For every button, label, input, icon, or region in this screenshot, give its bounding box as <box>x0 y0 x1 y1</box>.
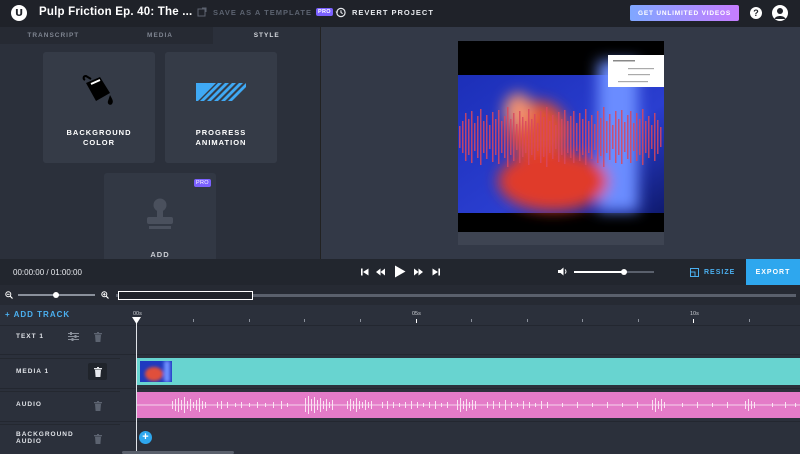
paint-bucket-icon <box>82 75 113 105</box>
tab-media[interactable]: MEDIA <box>107 27 214 44</box>
volume-fill <box>574 271 624 273</box>
play-icon[interactable] <box>394 265 406 278</box>
track-background-audio: BACKGROUND AUDIO <box>0 424 120 454</box>
volume-slider[interactable] <box>574 269 654 275</box>
playhead[interactable] <box>136 318 137 454</box>
timeline-ruler[interactable]: 00s 05s 10s <box>121 305 800 325</box>
resize-icon <box>690 268 699 277</box>
timeline: + ADD TRACK 00s 05s 10s TEXT 1 MEDIA 1 A… <box>0 305 800 454</box>
track-name: AUDIO <box>16 401 42 408</box>
progress-animation-label-2: ANIMATION <box>195 138 247 147</box>
skip-to-start-icon[interactable] <box>361 268 369 276</box>
preview-area <box>320 27 800 259</box>
pro-badge: PRO <box>194 179 211 187</box>
settings-sliders-icon[interactable] <box>68 332 79 341</box>
panel-tabs: TRANSCRIPT MEDIA STYLE <box>0 27 320 44</box>
stamp-icon <box>147 198 173 229</box>
progress-animation-option[interactable]: PROGRESS ANIMATION <box>165 52 277 163</box>
progress-stripes-icon <box>196 83 246 101</box>
pro-badge: PRO <box>315 8 333 16</box>
ruler-label: 10s <box>690 311 699 317</box>
tab-style[interactable]: STYLE <box>213 27 320 44</box>
zoom-slider[interactable] <box>18 292 95 298</box>
revert-project-label: REVERT PROJECT <box>352 8 434 17</box>
track-text-1: TEXT 1 <box>0 325 120 358</box>
timeline-viewport-window[interactable] <box>118 291 253 300</box>
export-button[interactable]: EXPORT <box>746 259 800 285</box>
save-template-icon <box>197 7 207 17</box>
top-bar: U Pulp Friction Ep. 40: The ... SAVE AS … <box>0 0 800 27</box>
project-title[interactable]: Pulp Friction Ep. 40: The ... <box>39 6 192 18</box>
add-background-audio-button[interactable]: + <box>139 431 152 444</box>
audio-clip[interactable] <box>137 392 800 418</box>
zoom-out-icon[interactable] <box>5 291 13 299</box>
skip-to-end-icon[interactable] <box>432 268 440 276</box>
trash-icon[interactable] <box>94 434 102 444</box>
trash-icon <box>94 367 102 377</box>
track-media-1: MEDIA 1 <box>0 358 120 391</box>
add-watermark-option[interactable]: PRO ADD <box>104 173 216 259</box>
help-icon[interactable]: ? <box>750 7 762 19</box>
get-unlimited-videos-button[interactable]: GET UNLIMITED VIDEOS <box>630 5 739 21</box>
resize-label: RESIZE <box>704 269 736 276</box>
zoom-bar <box>0 285 800 305</box>
add-watermark-label: ADD <box>150 250 170 259</box>
track-name: TEXT 1 <box>16 333 45 340</box>
video-preview[interactable] <box>458 41 664 232</box>
track-name: MEDIA 1 <box>16 368 50 375</box>
zoom-handle[interactable] <box>53 292 59 298</box>
playhead-handle-icon[interactable] <box>132 317 141 324</box>
revert-project-button[interactable]: REVERT PROJECT <box>335 7 434 18</box>
progress-bar-area <box>458 232 664 245</box>
audio-waveform <box>137 396 800 414</box>
app-logo[interactable]: U <box>11 5 27 21</box>
volume-icon[interactable] <box>558 267 568 276</box>
trash-icon[interactable] <box>94 332 102 342</box>
save-template-label: SAVE AS A TEMPLATE <box>213 7 312 17</box>
trash-button[interactable] <box>88 363 107 380</box>
background-color-option[interactable]: BACKGROUND COLOR <box>43 52 155 163</box>
background-color-label-1: BACKGROUND <box>66 128 132 137</box>
track-audio: AUDIO <box>0 391 120 424</box>
tab-transcript[interactable]: TRANSCRIPT <box>0 27 107 44</box>
add-track-button[interactable]: + ADD TRACK <box>5 310 70 319</box>
resize-button[interactable]: RESIZE <box>690 268 735 277</box>
account-icon[interactable] <box>772 5 788 21</box>
left-panel: TRANSCRIPT MEDIA STYLE BACKGROUND COLOR … <box>0 27 320 259</box>
track-name-line2: AUDIO <box>16 438 42 445</box>
progress-animation-label-1: PROGRESS <box>195 128 247 137</box>
media-clip-thumbnail <box>140 361 172 382</box>
media-clip[interactable] <box>137 358 800 385</box>
fast-forward-icon[interactable] <box>414 268 423 276</box>
background-color-label-2: COLOR <box>82 138 116 147</box>
video-thumbnail <box>458 41 664 232</box>
player-controls: 00:00:00 / 01:00:00 RESIZE EXPORT <box>0 259 800 285</box>
ruler-label: 05s <box>412 311 421 317</box>
timecode: 00:00:00 / 01:00:00 <box>13 268 82 277</box>
logo-letter: U <box>14 7 24 19</box>
rewind-icon[interactable] <box>376 268 385 276</box>
zoom-in-icon[interactable] <box>101 291 109 299</box>
save-as-template-button[interactable]: SAVE AS A TEMPLATE PRO <box>197 7 333 17</box>
volume-handle[interactable] <box>621 269 627 275</box>
history-icon <box>335 7 346 18</box>
trash-icon[interactable] <box>94 401 102 411</box>
